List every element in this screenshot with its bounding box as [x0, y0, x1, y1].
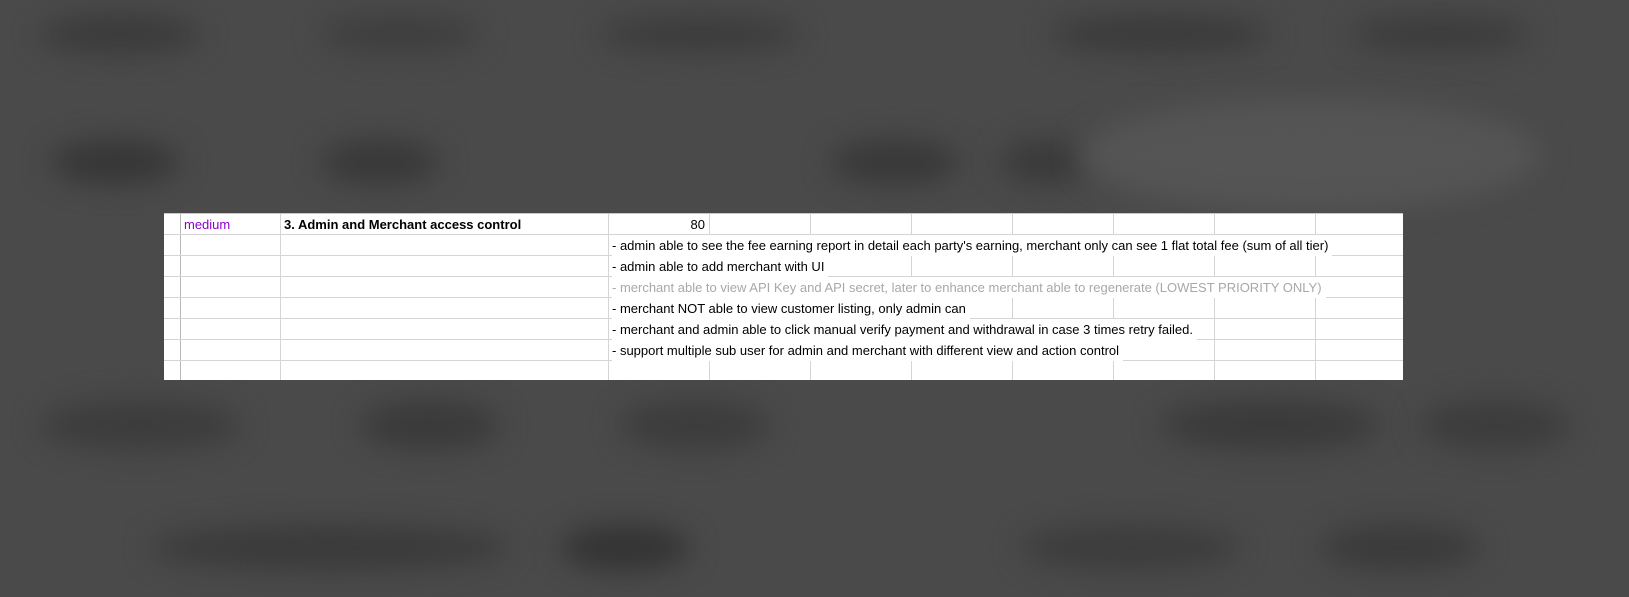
table-row: - merchant and admin able to click manua… — [164, 319, 1403, 340]
table-row: - admin able to see the fee earning repo… — [164, 235, 1403, 256]
feature-title-cell[interactable]: 3. Admin and Merchant access control — [284, 214, 604, 235]
table-row: - admin able to add merchant with UI — [164, 256, 1403, 277]
requirement-cell[interactable]: - admin able to see the fee earning repo… — [612, 235, 1333, 256]
requirement-cell[interactable]: - merchant and admin able to click manua… — [612, 319, 1197, 340]
requirement-cell-muted[interactable]: - merchant able to view API Key and API … — [612, 277, 1326, 298]
requirement-cell[interactable]: - admin able to add merchant with UI — [612, 256, 829, 277]
table-row: - merchant NOT able to view customer lis… — [164, 298, 1403, 319]
points-cell[interactable]: 80 — [608, 214, 705, 235]
spreadsheet-grid: medium 3. Admin and Merchant access cont… — [164, 213, 1403, 380]
table-row: medium 3. Admin and Merchant access cont… — [164, 214, 1403, 235]
table-row — [164, 361, 1403, 380]
priority-cell[interactable]: medium — [184, 214, 276, 235]
table-row: - merchant able to view API Key and API … — [164, 277, 1403, 298]
requirement-cell[interactable]: - merchant NOT able to view customer lis… — [612, 298, 970, 319]
table-row: - support multiple sub user for admin an… — [164, 340, 1403, 361]
requirement-cell[interactable]: - support multiple sub user for admin an… — [612, 340, 1124, 361]
